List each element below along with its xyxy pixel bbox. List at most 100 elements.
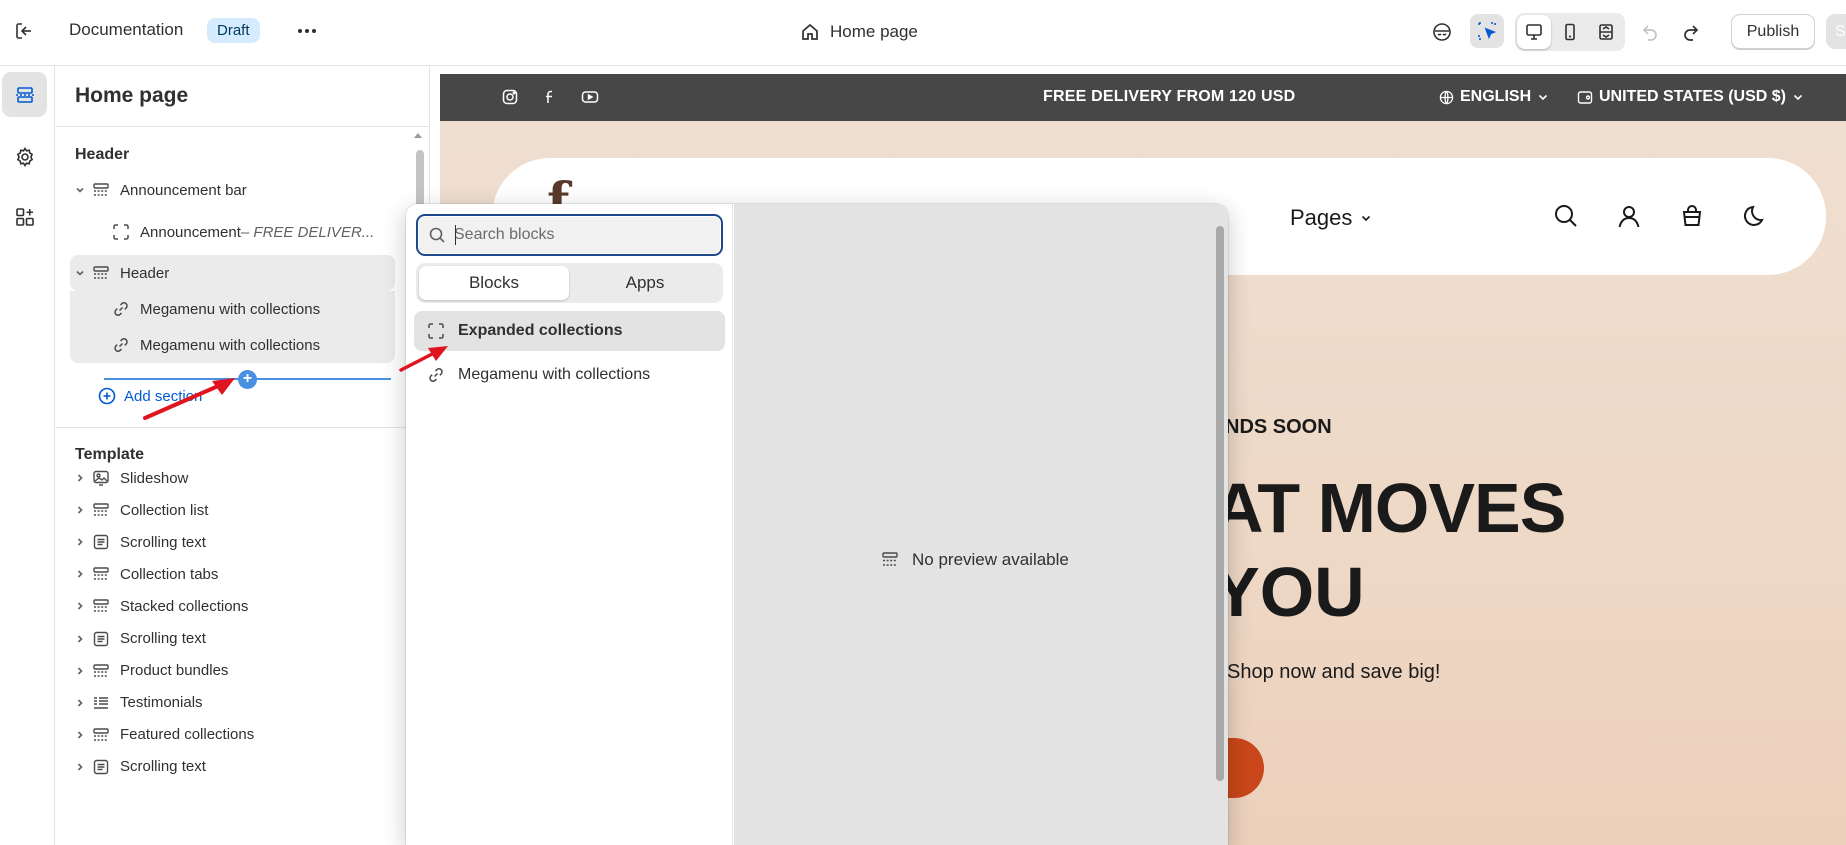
currency-selector[interactable]: UNITED STATES (USD $) <box>1577 88 1804 106</box>
tree-item-product-bundles[interactable]: Product bundles <box>70 653 395 689</box>
search-blocks-field[interactable] <box>416 214 723 256</box>
publish-button[interactable]: Publish <box>1731 14 1815 49</box>
moon-icon[interactable] <box>1738 199 1772 233</box>
text-block-icon <box>90 758 112 776</box>
tree-item-label: Slideshow <box>120 469 189 487</box>
tree-item-label: Collection tabs <box>120 565 219 583</box>
tab-apps[interactable]: Apps <box>570 266 720 300</box>
tree-item-scrolling-text[interactable]: Scrolling text <box>70 621 395 657</box>
sidebar-title: Home page <box>75 84 189 107</box>
nav-item-pages[interactable]: Pages <box>1290 205 1372 231</box>
hero-heading-line2: YOU <box>1213 553 1365 631</box>
block-option-label: Expanded collections <box>458 322 623 339</box>
desktop-view-icon[interactable] <box>1517 15 1551 49</box>
search-blocks-input[interactable] <box>454 224 714 246</box>
facebook-icon[interactable] <box>540 87 560 107</box>
tree-item-announcement[interactable]: Announcement – FREE DELIVER... <box>70 214 395 250</box>
tree-item-announcement-bar[interactable]: Announcement bar <box>70 172 395 208</box>
status-badge: Draft <box>207 18 260 43</box>
chevron-down-icon[interactable] <box>70 184 90 196</box>
globe-icon <box>1439 90 1454 104</box>
undo-icon[interactable] <box>1633 15 1667 49</box>
language-selector[interactable]: ENGLISH <box>1439 88 1549 106</box>
popover-scroll-thumb[interactable] <box>1216 226 1224 781</box>
mobile-view-icon[interactable] <box>1553 15 1587 49</box>
tree-item-scrolling-text[interactable]: Scrolling text <box>70 749 395 785</box>
more-actions-icon[interactable] <box>290 14 324 48</box>
search-icon <box>428 226 446 244</box>
sections-sidebar: Home page Header Announcement bar Announ… <box>56 66 430 845</box>
youtube-icon[interactable] <box>580 87 600 107</box>
tree-item-label: Scrolling text <box>120 533 206 551</box>
exit-icon[interactable] <box>7 14 41 48</box>
currency-icon <box>1577 90 1593 104</box>
no-preview-message: No preview available <box>880 550 1069 570</box>
inspector-icon[interactable] <box>1425 15 1459 49</box>
chevron-down-icon[interactable] <box>70 267 90 279</box>
apps-icon <box>14 206 36 228</box>
tree-item-collection-tabs[interactable]: Collection tabs <box>70 556 395 592</box>
slideshow-icon <box>90 469 112 487</box>
tab-blocks[interactable]: Blocks <box>419 266 569 300</box>
instagram-icon[interactable] <box>500 87 520 107</box>
full-width-icon[interactable] <box>1589 15 1623 49</box>
tree-item-label: Header <box>120 264 170 282</box>
tree-item-label: Collection list <box>120 501 209 519</box>
tree-item-slideshow[interactable]: Slideshow <box>70 460 395 496</box>
tree-item-scrolling-text[interactable]: Scrolling text <box>70 524 395 560</box>
tree-item-megamenu-1[interactable]: Megamenu with collections <box>70 291 395 327</box>
section-icon <box>90 501 112 519</box>
tree-item-label: Megamenu with collections <box>140 336 321 354</box>
tree-item-featured-collections[interactable]: Featured collections <box>70 717 395 753</box>
block-option-megamenu-with-collections[interactable]: Megamenu with collections <box>414 355 725 395</box>
chevron-right-icon[interactable] <box>70 472 90 484</box>
link-icon <box>110 300 132 318</box>
theme-settings-tab[interactable] <box>2 134 47 179</box>
sections-tab[interactable] <box>2 72 47 117</box>
block-option-label: Megamenu with collections <box>458 366 651 383</box>
chevron-right-icon[interactable] <box>70 568 90 580</box>
section-icon <box>90 264 112 282</box>
select-element-icon[interactable] <box>1470 14 1504 48</box>
announcement-bar: FREE DELIVERY FROM 120 USD ENGLISH UNITE… <box>440 74 1846 121</box>
add-block-popover: Blocks Apps Expanded collections Megamen… <box>406 204 1228 845</box>
block-list-panel: Blocks Apps Expanded collections Megamen… <box>406 204 733 845</box>
tree-item-label: Announcement <box>140 223 241 241</box>
account-icon[interactable] <box>1612 199 1646 233</box>
chevron-right-icon[interactable] <box>70 665 90 677</box>
tree-item-header[interactable]: Header <box>70 255 395 291</box>
chevron-down-icon <box>1539 94 1548 101</box>
announcement-text: FREE DELIVERY FROM 120 USD <box>1043 88 1296 105</box>
editor-rail <box>0 66 55 845</box>
tree-item-stacked-collections[interactable]: Stacked collections <box>70 588 395 624</box>
apps-tab[interactable] <box>2 194 47 239</box>
chevron-right-icon[interactable] <box>70 536 90 548</box>
chevron-right-icon[interactable] <box>70 633 90 645</box>
chevron-right-icon[interactable] <box>70 729 90 741</box>
chevron-right-icon[interactable] <box>70 600 90 612</box>
save-button[interactable]: S <box>1826 14 1846 49</box>
sections-icon <box>14 84 36 106</box>
chevron-right-icon[interactable] <box>70 697 90 709</box>
tree-item-collection-list[interactable]: Collection list <box>70 492 395 528</box>
tree-item-testimonials[interactable]: Testimonials <box>70 685 395 721</box>
block-source-tabs: Blocks Apps <box>416 263 723 303</box>
hero-kicker: NDS SOON <box>1225 416 1332 438</box>
cart-icon[interactable] <box>1675 199 1709 233</box>
insert-plus-icon[interactable]: + <box>238 370 257 389</box>
search-icon[interactable] <box>1549 199 1583 233</box>
plus-circle-icon <box>98 387 116 405</box>
chevron-right-icon[interactable] <box>70 504 90 516</box>
header-group-title: Header <box>75 146 130 163</box>
page-selector[interactable]: Home page <box>800 17 918 47</box>
tree-item-megamenu-2[interactable]: Megamenu with collections <box>70 327 395 363</box>
add-section-button[interactable]: Add section <box>98 387 202 405</box>
section-icon <box>90 726 112 744</box>
tree-item-label: Testimonials <box>120 694 203 712</box>
section-icon <box>90 597 112 615</box>
redo-icon[interactable] <box>1674 15 1708 49</box>
text-block-icon <box>90 630 112 648</box>
text-caret <box>455 225 456 245</box>
block-option-expanded-collections[interactable]: Expanded collections <box>414 311 725 351</box>
chevron-right-icon[interactable] <box>70 761 90 773</box>
